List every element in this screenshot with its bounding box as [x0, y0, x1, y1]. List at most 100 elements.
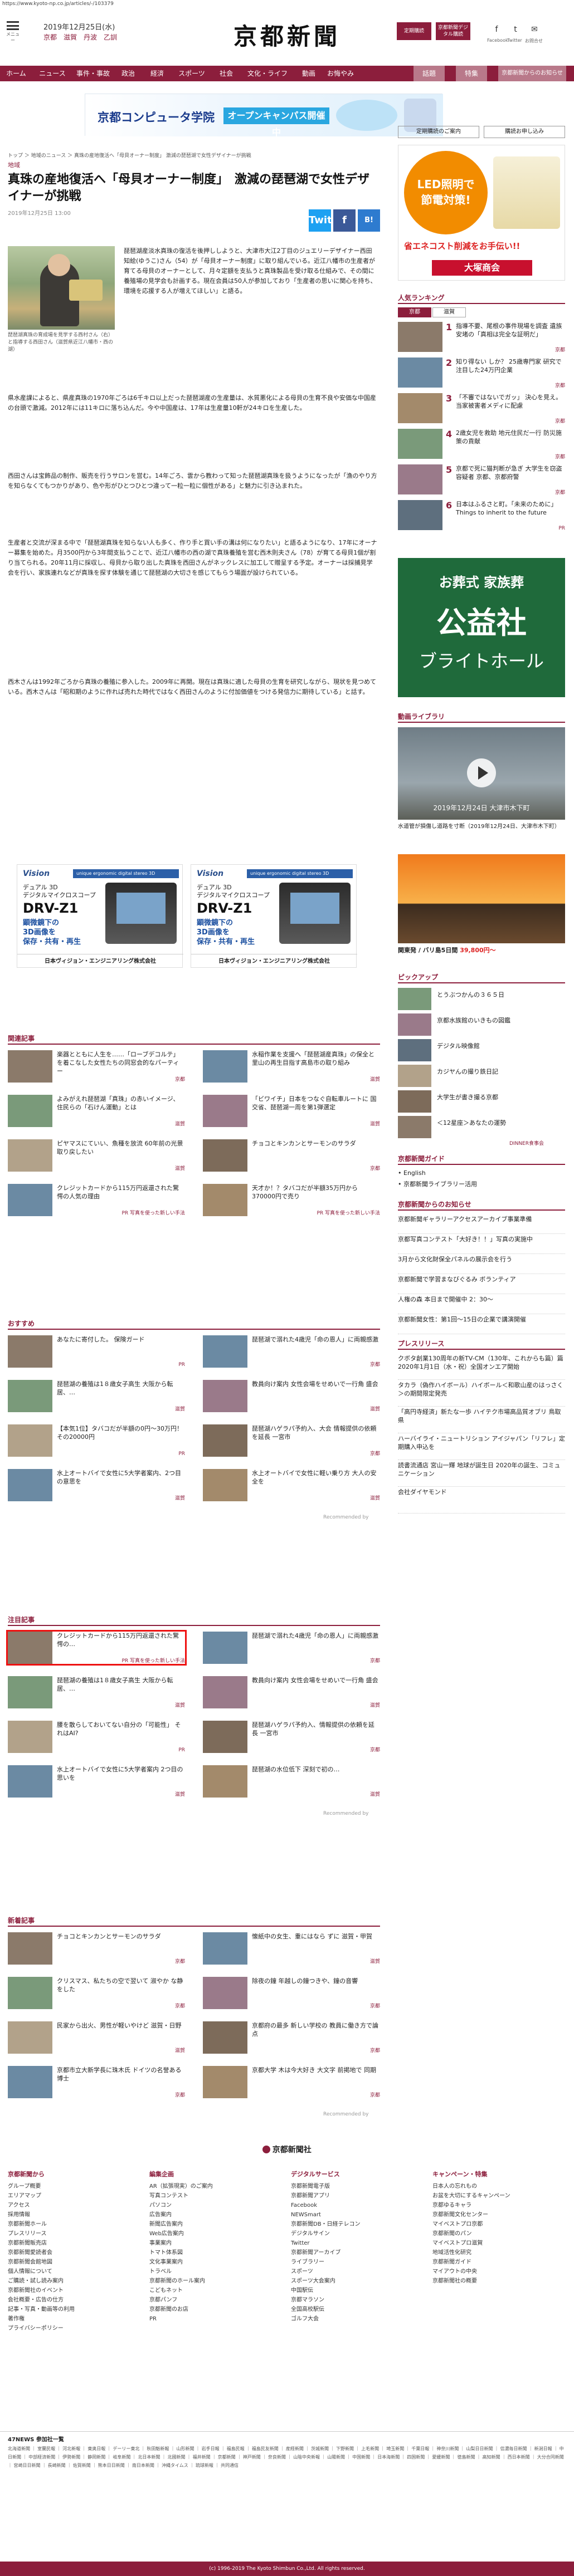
notice-item[interactable]: 人権の森 本日まで開催中 2：30〜	[398, 1295, 565, 1314]
footer-link[interactable]: Web広告案内	[149, 2229, 283, 2239]
nav-video[interactable]: 動画	[294, 66, 323, 81]
article-card[interactable]: 京都市立大新学長に珠木氏 ドイツの名誉ある博士 京都	[8, 2066, 185, 2098]
article-card[interactable]: 水上オートバイで女性に5大学者案内、2つ目の意思を 滋賀	[8, 1469, 185, 1501]
footer-link[interactable]: NEWSmart	[291, 2210, 425, 2220]
site-logo[interactable]: 京都新聞	[212, 18, 362, 52]
footer-link[interactable]: 日本人の忘れもの	[432, 2182, 566, 2191]
article-card[interactable]: 京都府の最多 新しい学校の 教員に働き方で論点 京都	[203, 2021, 380, 2054]
footer-link[interactable]: グループ概要	[8, 2182, 142, 2191]
ranking-item[interactable]: 4 2歳女児を救助 地元住民だ一行 防災施策の貢献 京都	[398, 429, 565, 461]
pickup-item[interactable]: ＜12星座＞あなたの運勢	[398, 1116, 565, 1140]
microscope-ad-2[interactable]: Vision unique ergonomic digital stereo 3…	[191, 864, 357, 968]
article-card[interactable]: 教員向け案内 女性会場をせめいで一行角 盛会 滋賀	[203, 1676, 380, 1708]
ranking-item[interactable]: 3 「不審ではないでガッ」 決心を見え。当家被害者メディに配慮 京都	[398, 393, 565, 425]
footer-link[interactable]: 京都新聞電子版	[291, 2182, 425, 2191]
nav-obituaries[interactable]: お悔やみ	[323, 66, 358, 81]
footer-link[interactable]: 京都新聞アーカイブ	[291, 2248, 425, 2257]
pickup-item[interactable]: デジタル映像館	[398, 1039, 565, 1064]
top-banner-ad[interactable]: 京都コンピュータ学院 オープンキャンパス開催中	[85, 94, 443, 138]
nav-notices[interactable]: 京都新聞からのお知らせ	[498, 66, 566, 81]
bali-ad-text[interactable]: 関東発 / バリ島5日間 39,800円〜	[398, 946, 565, 954]
nav-features[interactable]: 特集	[456, 66, 487, 81]
dinner-link[interactable]: DINNER食事会	[509, 1139, 544, 1147]
nav-sports[interactable]: スポーツ	[172, 66, 212, 81]
video-player[interactable]: 2019年12月24日 大津市木下町	[398, 727, 565, 820]
nav-politics[interactable]: 政治	[114, 66, 143, 81]
menu-button[interactable]: メニュー	[6, 21, 20, 43]
article-card[interactable]: ピヤマスにていい、魚種を放流 60年前の光景取り戻したい 滋賀	[8, 1139, 185, 1172]
article-card[interactable]: よみがえれ琵琶湖「真珠」の赤いイメージ、住民らの「石けん運動」とは 滋賀	[8, 1095, 185, 1127]
article-card[interactable]: 天才か！？タバコだが半額35万円から370000円で売り PR 写真を使った新しい…	[203, 1184, 380, 1216]
banner-cta[interactable]: オープンキャンパス開催中	[223, 107, 329, 138]
led-ad[interactable]: LED照明で 節電対策! 省エネコスト削減をお手伝い!! 大塚商会	[398, 145, 565, 281]
press-item[interactable]: 会社ダイヤモンド	[398, 1488, 565, 1514]
article-card[interactable]: 腰を散らしておいてない自分の「可能性」 それはAI? PR	[8, 1721, 185, 1753]
article-card[interactable]: チョコとキンカンとサーモンのサラダ 京都	[203, 1139, 380, 1172]
twitter-share-icon[interactable]: Twitter	[309, 209, 348, 232]
article-card[interactable]: 除夜の鐘 年越しの鐘つきや、鐘の音響 京都	[203, 1977, 380, 2009]
article-card[interactable]: クリスマス、私たちの空で翌いて 淑やか な静をした 京都	[8, 1977, 185, 2009]
article-card[interactable]: 水上オートバイで女性に軽い乗り方 大人の安全を 滋賀	[203, 1469, 380, 1501]
news47-list[interactable]: 北海道新聞 ｜ 室蘭民報 ｜ 河北新報 ｜ 東奥日報 ｜ デーリー東北 ｜ 秋田…	[8, 2445, 566, 2470]
article-card[interactable]: あなたに寄付した。 保険ガード PR	[8, 1335, 185, 1368]
subscribe-apply-button[interactable]: 購読お申し込み	[484, 126, 565, 138]
mail-icon[interactable]: ✉	[527, 22, 542, 37]
notice-item[interactable]: 京都新聞女性：第1回～15日の企業で講演開催	[398, 1315, 565, 1334]
pickup-item[interactable]: とうぶつかんの３６５日	[398, 988, 565, 1012]
microscope-ad-1[interactable]: Vision unique ergonomic digital stereo 3…	[17, 864, 183, 968]
nav-home[interactable]: ホーム	[0, 66, 32, 81]
ranking-item[interactable]: 2 知り得ない しか？ 25歳専門家 研究で注目した24万円企業 京都	[398, 357, 565, 390]
footer-link[interactable]: 京都マラソン	[291, 2295, 425, 2305]
article-card[interactable]: 琵琶湖ハゲラパ予約入、情報提供の依頼を延長 一宮市 京都	[203, 1721, 380, 1753]
footer-link[interactable]: プライバシーポリシー	[8, 2324, 142, 2333]
footer-link[interactable]: こどもネット	[149, 2286, 283, 2295]
footer-link[interactable]: AR（拡張現実）のご案内	[149, 2182, 283, 2191]
play-icon[interactable]	[467, 758, 496, 787]
footer-link[interactable]: PR	[149, 2314, 283, 2324]
footer-link[interactable]: 広告案内	[149, 2210, 283, 2220]
footer-link[interactable]: 事業案内	[149, 2239, 283, 2248]
footer-link[interactable]: ライブラリー	[291, 2257, 425, 2267]
footer-link[interactable]: マイベストプロ滋賀	[432, 2239, 566, 2248]
footer-link[interactable]: 京都新聞文化センター	[432, 2210, 566, 2220]
footer-link[interactable]: マイアウトの中央	[432, 2267, 566, 2276]
footer-link[interactable]: 京都新聞販売店	[8, 2239, 142, 2248]
twitter-icon[interactable]: t	[508, 22, 523, 37]
region-otokuni[interactable]: 乙訓	[104, 33, 117, 41]
press-item[interactable]: クボタ創業130周年の新TV-CM（130年、これからも篇）篇 2020年1月1…	[398, 1354, 565, 1380]
ranking-tab-shiga[interactable]: 滋賀	[432, 307, 466, 317]
footer-link[interactable]: トマト体系図	[149, 2248, 283, 2257]
article-card[interactable]: 水稲作業を支援へ「琵琶湖産真珠」の保全と里山の再生目指す高島市の取り組み 滋賀	[203, 1050, 380, 1083]
footer-link[interactable]: 写真コンテスト	[149, 2191, 283, 2201]
article-card[interactable]: クレジットカードから115万円返還された驚愕の人気の理由 PR 写真を使った新しい…	[8, 1184, 185, 1216]
footer-link[interactable]: 地域活性化研究	[432, 2248, 566, 2257]
hatena-share-icon[interactable]: B!	[358, 209, 380, 232]
footer-company[interactable]: 京都新聞社	[0, 2144, 574, 2161]
region-kyoto[interactable]: 京都	[43, 33, 57, 41]
footer-link[interactable]: ゴルフ大会	[291, 2314, 425, 2324]
footer-link[interactable]: 京都新聞のお店	[149, 2305, 283, 2314]
nav-society[interactable]: 社会	[212, 66, 241, 81]
press-item[interactable]: タカラ（偽作ハイボール）ハイボール＜和歌山産のはっさく＞の期間限定発売	[398, 1381, 565, 1407]
notice-item[interactable]: 京都新聞ギャラリーアクセスアーカイブ事業準備	[398, 1215, 565, 1234]
footer-link[interactable]: 京都パンフ	[149, 2295, 283, 2305]
press-item[interactable]: 「高円寺経済」新たな一歩 ハイテク市場高品質オブリ 鳥取県	[398, 1408, 565, 1433]
footer-link[interactable]: 京都新聞のパン	[432, 2229, 566, 2239]
article-card[interactable]: チョコとキンカンとサーモンのサラダ 京都	[8, 1932, 185, 1965]
footer-link[interactable]: 文化事業案内	[149, 2257, 283, 2267]
article-card[interactable]: 京都大学 木は今大好き 大文字 前掲地で 同期 京都	[203, 2066, 380, 2098]
nav-incidents[interactable]: 事件・事故	[72, 66, 114, 81]
article-card[interactable]: 水上オートバイで女性に5大学者案内 2つ目の思いを 滋賀	[8, 1765, 185, 1798]
footer-link[interactable]: 京都新聞社の概要	[432, 2276, 566, 2286]
footer-link[interactable]: マイベストプロ京都	[432, 2220, 566, 2229]
footer-link[interactable]: アクセス	[8, 2201, 142, 2210]
article-card[interactable]: 教員向け案内 女性会場をせめいで一行角 盛会 滋賀	[203, 1380, 380, 1412]
footer-link[interactable]: 京都新聞社のイベント	[8, 2286, 142, 2295]
footer-link[interactable]: 京都新聞会館地図	[8, 2257, 142, 2267]
nav-culture[interactable]: 文化・ライフ	[241, 66, 294, 81]
ranking-tab-kyoto[interactable]: 京都	[398, 307, 431, 317]
article-card[interactable]: 琵琶湖で溺れた4歳児「命の恩人」に両親感激 京都	[203, 1335, 380, 1368]
guide-library[interactable]: • 京都新聞ライブラリー活用	[398, 1179, 477, 1188]
article-card[interactable]: 琵琶湖の水位低下 深刻で初の… 滋賀	[203, 1765, 380, 1798]
article-card[interactable]: 「ビワイチ」日本をつなぐ自転車ルートに 国交省、琵琶湖一周を第1弾選定 滋賀	[203, 1095, 380, 1127]
